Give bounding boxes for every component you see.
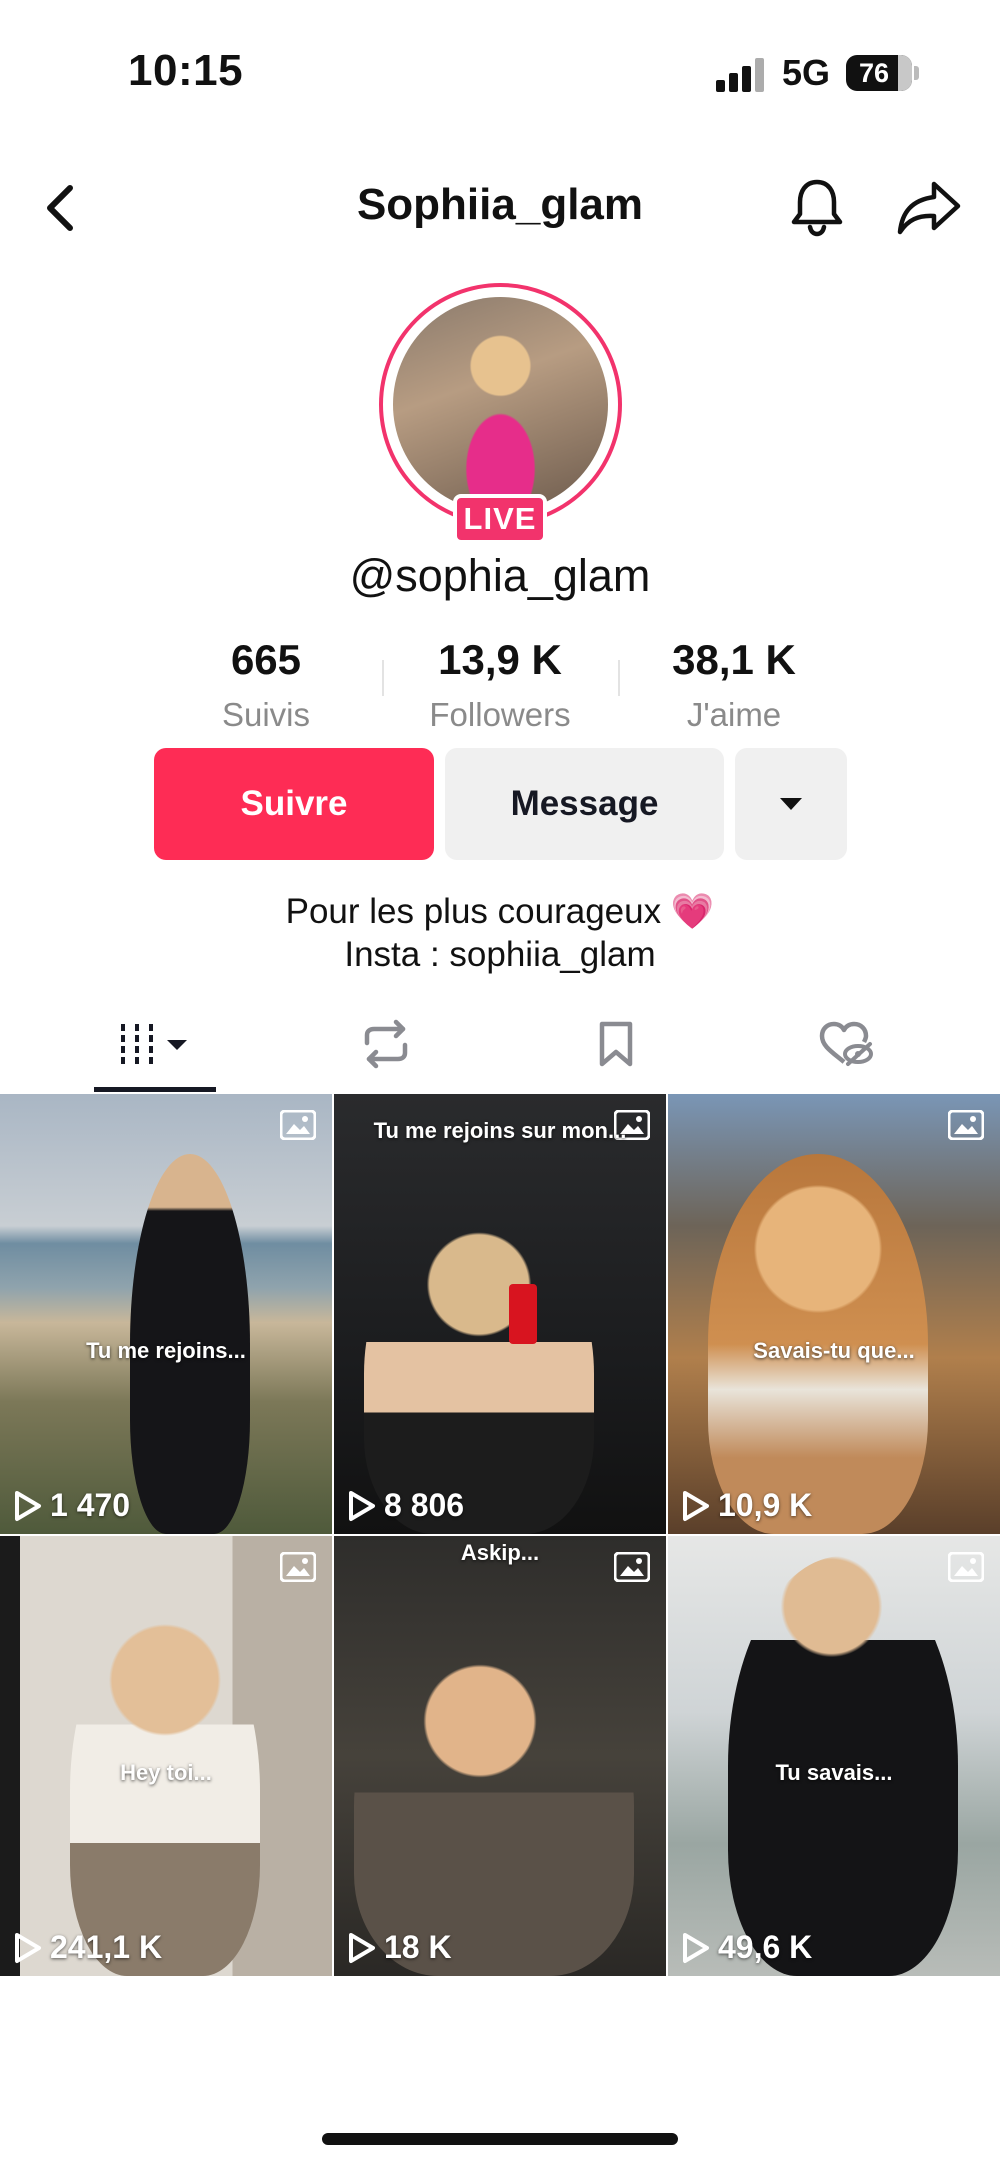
video-caption: Tu me rejoins sur mon... <box>373 1118 627 1143</box>
notifications-button[interactable] <box>786 176 848 238</box>
play-icon <box>683 1490 709 1521</box>
share-arrow-icon <box>897 181 961 235</box>
battery-icon: 76 <box>846 55 912 91</box>
signal-strength-icon <box>716 56 768 92</box>
video-tile[interactable]: Tu savais... 49,6 K <box>668 1536 1000 1976</box>
repost-icon <box>364 1019 408 1069</box>
avatar[interactable] <box>393 297 608 512</box>
video-thumbnail <box>354 1636 634 1976</box>
play-icon <box>683 1932 709 1963</box>
photo-icon <box>280 1552 316 1582</box>
video-tile[interactable]: Askip... 18 K <box>334 1536 666 1976</box>
video-caption: Savais-tu que... <box>753 1338 915 1363</box>
battery-tip <box>914 66 919 80</box>
stat-followers[interactable]: 13,9 K Followers <box>400 636 600 734</box>
video-views: 49,6 K <box>682 1929 812 1966</box>
suggested-accounts-button[interactable] <box>735 748 847 860</box>
play-icon <box>349 1490 375 1521</box>
active-tab-indicator <box>94 1087 216 1092</box>
message-button[interactable]: Message <box>445 748 724 860</box>
tab-videos[interactable] <box>94 1004 216 1084</box>
chevron-down-icon <box>167 1040 187 1050</box>
stat-likes[interactable]: 38,1 K J'aime <box>634 636 834 734</box>
stat-followers-label: Followers <box>429 696 571 733</box>
video-caption: Tu me rejoins... <box>86 1338 246 1363</box>
video-tile[interactable]: Tu me rejoins sur mon... 8 806 <box>334 1094 666 1534</box>
chevron-left-icon <box>47 185 73 231</box>
share-button[interactable] <box>896 178 962 238</box>
stat-likes-value: 38,1 K <box>672 636 796 683</box>
video-tile[interactable]: Tu me rejoins... 1 470 <box>0 1094 332 1534</box>
grid-icon <box>121 1024 187 1064</box>
photo-icon <box>280 1110 316 1140</box>
live-badge[interactable]: LIVE <box>453 494 547 544</box>
play-icon <box>349 1932 375 1963</box>
phone-shape <box>509 1284 537 1344</box>
stat-following-label: Suivis <box>221 696 311 733</box>
bio-line: Pour les plus courageux 💗 <box>285 892 715 931</box>
photo-icon <box>948 1552 984 1582</box>
profile-handle: @sophia_glam <box>349 550 651 601</box>
follow-button[interactable]: Suivre <box>154 748 434 860</box>
video-tile[interactable]: Savais-tu que... 10,9 K <box>668 1094 1000 1534</box>
video-views: 18 K <box>348 1929 452 1966</box>
back-button[interactable] <box>34 178 94 238</box>
bell-icon <box>791 179 843 237</box>
tab-saved[interactable] <box>560 1004 672 1084</box>
video-caption: Askip... <box>460 1540 540 1565</box>
video-views: 1 470 <box>14 1487 130 1524</box>
stat-following-value: 665 <box>230 636 302 683</box>
video-thumbnail <box>364 1214 594 1534</box>
video-views-count: 18 K <box>384 1929 452 1965</box>
video-views-count: 10,9 K <box>718 1487 813 1523</box>
tab-liked[interactable] <box>790 1004 902 1084</box>
bio-line[interactable]: Insta : sophiia_glam <box>100 933 900 976</box>
stat-likes-label: J'aime <box>686 696 782 733</box>
video-views-count: 1 470 <box>50 1487 131 1523</box>
video-caption: Tu savais... <box>775 1760 893 1785</box>
stat-divider <box>382 660 384 696</box>
bookmark-icon <box>599 1021 633 1067</box>
video-views: 8 806 <box>348 1487 464 1524</box>
network-type: 5G <box>782 52 831 93</box>
video-views-count: 49,6 K <box>718 1929 813 1965</box>
play-icon <box>15 1932 41 1963</box>
video-tile[interactable]: Hey toi... 241,1 K <box>0 1536 332 1976</box>
stat-followers-value: 13,9 K <box>438 636 562 683</box>
status-bar: 10:15 5G 76 <box>0 0 1000 150</box>
stat-divider <box>618 660 620 696</box>
video-views-count: 241,1 K <box>50 1929 163 1965</box>
play-icon <box>15 1490 41 1521</box>
stat-following[interactable]: 665 Suivis <box>166 636 366 734</box>
profile-bio: Pour les plus courageux 💗 Insta : sophii… <box>100 890 900 976</box>
video-thumbnail <box>70 1606 260 1976</box>
status-time: 10:15 <box>128 46 244 95</box>
home-indicator[interactable] <box>322 2133 678 2145</box>
profile-title: Sophiia_glam <box>356 180 644 229</box>
liked-hidden-icon <box>819 1021 873 1066</box>
video-caption: Hey toi... <box>120 1760 212 1785</box>
tab-reposts[interactable] <box>330 1004 442 1084</box>
photo-icon <box>948 1110 984 1140</box>
video-views: 10,9 K <box>682 1487 812 1524</box>
battery-level: 76 <box>858 58 890 88</box>
video-views: 241,1 K <box>14 1929 162 1966</box>
video-views-count: 8 806 <box>384 1487 465 1523</box>
caret-down-icon <box>780 798 802 810</box>
